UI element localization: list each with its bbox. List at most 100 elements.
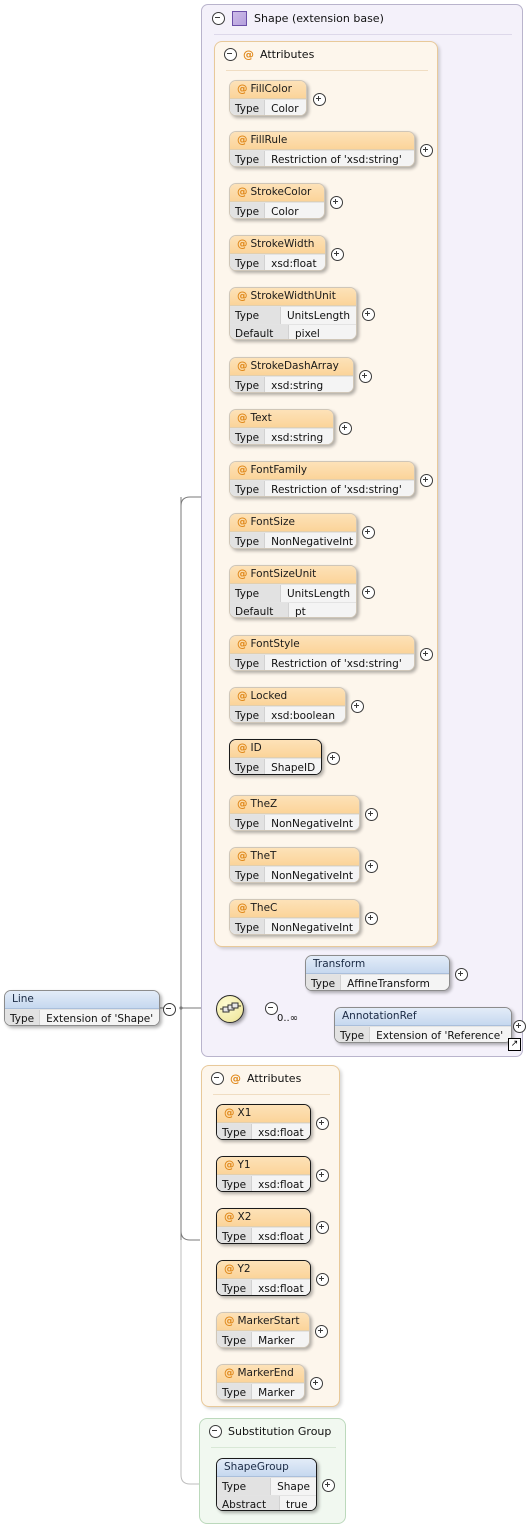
attribute-row: Default pixel — [230, 324, 356, 339]
element-title: Line — [5, 991, 159, 1009]
extension-base-label: Shape (extension base) — [254, 11, 384, 25]
attribute-row: Type Marker — [217, 1331, 309, 1347]
attribute-box-y2[interactable]: @ Y2 Type xsd:float — [216, 1260, 311, 1296]
attribute-row: Type Restriction of 'xsd:string' — [230, 654, 414, 670]
expand-icon-thec[interactable] — [365, 912, 378, 925]
header-rule — [226, 70, 428, 71]
expand-icon-thez[interactable] — [365, 808, 378, 821]
at-icon: @ — [237, 290, 248, 302]
line-attributes-header: @ Attributes — [202, 1066, 301, 1090]
expand-icon-strokedasharray[interactable] — [359, 370, 372, 383]
attribute-box-strokedasharray[interactable]: @ StrokeDashArray Type xsd:string — [229, 357, 354, 393]
attribute-box-thez[interactable]: @ TheZ Type NonNegativeInt — [229, 795, 360, 831]
minus-circle-icon[interactable] — [224, 47, 237, 61]
minus-circle-icon[interactable] — [211, 1071, 224, 1085]
header-rule — [214, 34, 512, 35]
attribute-box-fontstyle[interactable]: @ FontStyle Type Restriction of 'xsd:strin… — [229, 635, 415, 671]
shape-attributes-header: @ Attributes — [215, 42, 314, 66]
attribute-row: Type xsd:float — [217, 1123, 310, 1139]
attribute-box-x2[interactable]: @ X2 Type xsd:float — [216, 1208, 311, 1244]
expand-icon-fontfamily[interactable] — [420, 474, 433, 487]
expand-icon-y2[interactable] — [316, 1273, 329, 1286]
element-title: AnnotationRef — [335, 1008, 511, 1026]
attribute-row: Type ShapeID — [230, 758, 321, 774]
attribute-row: Type Color — [230, 202, 324, 218]
attribute-box-thet[interactable]: @ TheT Type NonNegativeInt — [229, 847, 360, 883]
attribute-title: @ FontFamily — [230, 462, 414, 480]
minus-circle-icon[interactable] — [209, 1424, 222, 1438]
attribute-row: Type Restriction of 'xsd:string' — [230, 480, 414, 496]
expand-icon-y1[interactable] — [316, 1169, 329, 1182]
external-reference-icon[interactable]: ↗ — [508, 1038, 521, 1051]
attribute-box-fillcolor[interactable]: @ FillColor Type Color — [229, 80, 307, 116]
attribute-title: @ Locked — [230, 688, 345, 706]
element-title: ShapeGroup — [217, 1459, 316, 1477]
attribute-box-x1[interactable]: @ X1 Type xsd:float — [216, 1104, 311, 1140]
expand-icon-fontsizeunit[interactable] — [362, 586, 375, 599]
expand-icon-thet[interactable] — [365, 860, 378, 873]
expand-icon-text[interactable] — [339, 422, 352, 435]
element-row: Abstract true — [217, 1495, 316, 1510]
attribute-title: @ Y2 — [217, 1261, 310, 1279]
attribute-row: Type Restriction of 'xsd:string' — [230, 150, 414, 166]
expand-icon-transform[interactable] — [455, 968, 468, 981]
at-icon: @ — [224, 1107, 235, 1119]
at-icon: @ — [237, 568, 248, 580]
expand-icon-fontsize[interactable] — [362, 526, 375, 539]
expand-icon-strokecolor[interactable] — [330, 196, 343, 209]
root-element-box-line[interactable]: Line Type Extension of 'Shape' — [4, 990, 160, 1026]
minus-circle-icon[interactable] — [212, 11, 225, 25]
minus-circle-icon-line[interactable] — [163, 1003, 176, 1016]
attribute-box-markerstart[interactable]: @ MarkerStart Type Marker — [216, 1312, 310, 1348]
attribute-box-fillrule[interactable]: @ FillRule Type Restriction of 'xsd:string… — [229, 131, 415, 167]
line-attributes-label: Attributes — [247, 1071, 302, 1085]
attribute-title: @ FontSizeUnit — [230, 566, 356, 584]
element-box-transform[interactable]: Transform Type AffineTransform — [305, 955, 450, 991]
attribute-box-thec[interactable]: @ TheC Type NonNegativeInt — [229, 899, 360, 935]
at-icon: @ — [237, 464, 248, 476]
expand-icon-shapegroup[interactable] — [322, 1479, 335, 1492]
expand-icon-markerstart[interactable] — [315, 1325, 328, 1338]
expand-icon-annotationref[interactable] — [513, 1020, 526, 1033]
expand-icon-locked[interactable] — [351, 700, 364, 713]
attribute-box-id[interactable]: @ ID Type ShapeID — [229, 739, 322, 775]
at-icon: @ — [224, 1211, 235, 1223]
expand-icon-markerend[interactable] — [310, 1377, 323, 1390]
attribute-title: @ ID — [230, 740, 321, 758]
attribute-box-fontsizeunit[interactable]: @ FontSizeUnit Type UnitsLength Default pt — [229, 565, 357, 618]
at-icon: @ — [237, 638, 248, 650]
attribute-title: @ StrokeWidth — [230, 236, 325, 254]
at-icon: @ — [237, 238, 248, 250]
attribute-box-fontsize[interactable]: @ FontSize Type NonNegativeInt — [229, 513, 357, 549]
expand-icon-x2[interactable] — [316, 1221, 329, 1234]
attribute-box-locked[interactable]: @ Locked Type xsd:boolean — [229, 687, 346, 723]
attribute-box-text[interactable]: @ Text Type xsd:string — [229, 409, 334, 445]
attribute-title: @ MarkerStart — [217, 1313, 309, 1331]
attribute-box-strokewidthunit[interactable]: @ StrokeWidthUnit Type UnitsLength Default… — [229, 287, 357, 340]
cardinality-annotationref: 0..∞ — [277, 1013, 299, 1024]
expand-icon-x1[interactable] — [316, 1117, 329, 1130]
expand-icon-strokewidthunit[interactable] — [362, 308, 375, 321]
attribute-row: Type xsd:string — [230, 428, 333, 444]
element-box-shapegroup[interactable]: ShapeGroup Type Shape Abstract true — [216, 1458, 317, 1511]
attribute-box-y1[interactable]: @ Y1 Type xsd:float — [216, 1156, 311, 1192]
at-icon: @ — [237, 742, 248, 754]
attribute-row: Type UnitsLength — [230, 584, 356, 602]
expand-icon-id[interactable] — [327, 752, 340, 765]
attribute-row: Type xsd:string — [230, 376, 353, 392]
at-icon: @ — [237, 134, 248, 146]
attribute-box-fontfamily[interactable]: @ FontFamily Type Restriction of 'xsd:stri… — [229, 461, 415, 497]
attribute-row: Type xsd:float — [217, 1175, 310, 1191]
expand-icon-fillcolor[interactable] — [313, 93, 326, 106]
attribute-title: @ FillRule — [230, 132, 414, 150]
expand-icon-fontstyle[interactable] — [420, 648, 433, 661]
at-icon: @ — [237, 83, 248, 95]
attribute-box-markerend[interactable]: @ MarkerEnd Type Marker — [216, 1364, 305, 1400]
sequence-compositor-icon[interactable] — [216, 995, 244, 1023]
attribute-box-strokewidth[interactable]: @ StrokeWidth Type xsd:float — [229, 235, 326, 271]
element-box-annotationref[interactable]: AnnotationRef Type Extension of 'Referenc… — [334, 1007, 512, 1043]
attribute-box-strokecolor[interactable]: @ StrokeColor Type Color — [229, 183, 325, 219]
expand-icon-strokewidth[interactable] — [331, 248, 344, 261]
at-icon: @ — [237, 850, 248, 862]
expand-icon-fillrule[interactable] — [420, 144, 433, 157]
